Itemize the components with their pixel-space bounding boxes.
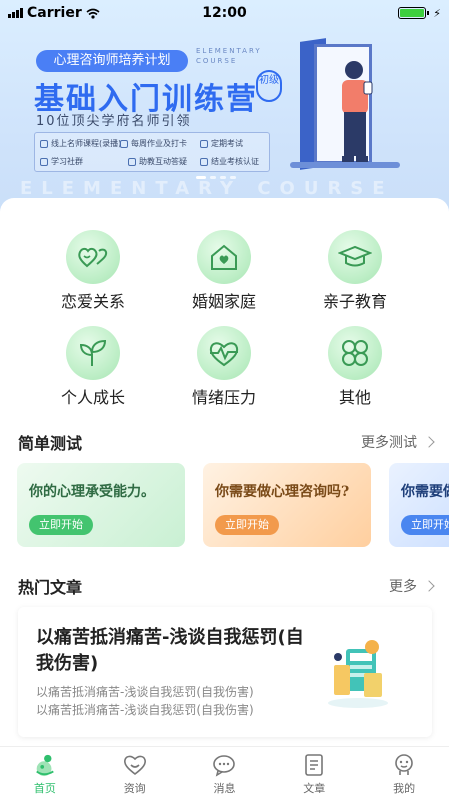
category-label: 婚姻家庭 xyxy=(191,292,256,311)
banner-feature: 助教互动答疑 xyxy=(128,156,187,167)
category-other[interactable]: 其他 xyxy=(305,326,405,408)
wifi-icon xyxy=(86,8,100,19)
tab-label: 首页 xyxy=(33,782,56,795)
articles-section-header: 热门文章 更多 xyxy=(0,574,449,598)
home-icon xyxy=(33,753,57,777)
article-summary: 以痛苦抵消痛苦-浅谈自我惩罚(自我伤害) xyxy=(36,703,254,717)
bottom-tab-bar: 首页 资询 消息 文章 我的 xyxy=(0,746,449,800)
checkbox-icon xyxy=(120,139,128,148)
clover-icon xyxy=(328,326,382,380)
category-growth[interactable]: 个人成长 xyxy=(43,326,143,408)
status-left: Carrier xyxy=(8,5,100,21)
test-card[interactable]: 你需要做心理咨询吗? 立即开始 xyxy=(203,463,371,547)
category-label: 情绪压力 xyxy=(191,388,256,407)
test-title: 你需要做 xyxy=(401,484,449,500)
banner-feature: 每周作业及打卡 xyxy=(120,138,187,149)
category-label: 亲子教育 xyxy=(322,292,387,311)
more-tests-link[interactable]: 更多测试 xyxy=(361,432,435,452)
category-label: 个人成长 xyxy=(60,388,125,407)
profile-icon xyxy=(392,753,416,777)
banner-feature: 学习社群 xyxy=(40,156,83,167)
test-card[interactable]: 你需要做 立即开始 xyxy=(389,463,449,547)
category-emotion[interactable]: 情绪压力 xyxy=(174,326,274,408)
battery-icon xyxy=(398,7,430,19)
start-test-button[interactable]: 立即开始 xyxy=(29,515,93,535)
tab-label: 我的 xyxy=(393,782,416,795)
tab-label: 资询 xyxy=(123,782,146,795)
status-right: ⚡ xyxy=(398,7,441,20)
banner-feature: 结业考核认证 xyxy=(200,156,259,167)
chat-bubble-icon xyxy=(212,753,236,777)
promo-banner[interactable]: 心理咨询师培养计划 ELEMENTARY COURSE 基础入门训练营 初级 1… xyxy=(0,0,449,230)
signal-icon xyxy=(8,8,23,18)
tab-label: 消息 xyxy=(213,782,236,795)
checkbox-icon xyxy=(200,157,208,166)
article-icon xyxy=(302,753,326,777)
section-title: 热门文章 xyxy=(18,578,83,597)
tab-home[interactable]: 首页 xyxy=(0,747,90,800)
article-summary: 以痛苦抵消痛苦-浅谈自我惩罚(自我伤害) xyxy=(36,685,254,699)
checkbox-icon xyxy=(200,139,208,148)
checkbox-icon xyxy=(128,157,136,166)
banner-feature: 定期考试 xyxy=(200,138,243,149)
article-title: 以痛苦抵消痛苦-浅谈自我惩罚(自我伤害) xyxy=(36,627,304,674)
tests-section-header: 简单测试 更多测试 xyxy=(0,430,449,454)
more-label: 更多测试 xyxy=(361,435,417,451)
category-love[interactable]: 恋爱关系 xyxy=(43,230,143,312)
tab-label: 文章 xyxy=(303,782,326,795)
banner-pill: 心理咨询师培养计划 xyxy=(36,50,188,72)
heart-pulse-icon xyxy=(197,326,251,380)
tests-carousel[interactable]: 你的心理承受能力。 立即开始 你需要做心理咨询吗? 立即开始 你需要做 立即开始 xyxy=(17,463,449,549)
start-test-button[interactable]: 立即开始 xyxy=(215,515,279,535)
article-thumbnail xyxy=(328,640,388,708)
banner-level-badge: 初级 xyxy=(256,70,282,102)
house-heart-icon xyxy=(197,230,251,284)
checkbox-icon xyxy=(40,157,48,166)
person-illustration xyxy=(342,61,373,162)
chevron-right-icon xyxy=(423,436,435,448)
banner-side-text: ELEMENTARY COURSE xyxy=(196,47,262,65)
tab-consult[interactable]: 资询 xyxy=(90,747,180,800)
tab-profile[interactable]: 我的 xyxy=(359,747,449,800)
test-title: 你需要做心理咨询吗? xyxy=(215,484,350,500)
hearts-icon xyxy=(66,230,120,284)
chevron-right-icon xyxy=(423,580,435,592)
start-test-button[interactable]: 立即开始 xyxy=(401,515,449,535)
more-articles-link[interactable]: 更多 xyxy=(389,576,435,596)
checkbox-icon xyxy=(40,139,48,148)
tab-messages[interactable]: 消息 xyxy=(180,747,270,800)
charging-icon: ⚡ xyxy=(433,6,441,20)
category-label: 恋爱关系 xyxy=(60,292,125,311)
banner-subtitle: 10位顶尖学府名师引领 xyxy=(36,114,192,129)
section-title: 简单测试 xyxy=(18,434,83,453)
more-label: 更多 xyxy=(389,579,417,595)
sprout-icon xyxy=(66,326,120,380)
category-marriage[interactable]: 婚姻家庭 xyxy=(174,230,274,312)
category-parenting[interactable]: 亲子教育 xyxy=(305,230,405,312)
graduation-cap-icon xyxy=(328,230,382,284)
article-card[interactable]: 以痛苦抵消痛苦-浅谈自我惩罚(自我伤害) 以痛苦抵消痛苦-浅谈自我惩罚(自我伤害… xyxy=(18,607,432,737)
carrier-name: Carrier xyxy=(27,5,82,21)
status-bar: Carrier 12:00 ⚡ xyxy=(0,0,449,26)
consult-heart-icon xyxy=(123,753,147,777)
category-label: 其他 xyxy=(338,388,371,407)
banner-feature: 线上名师课程(录播) xyxy=(40,138,121,149)
banner-watermark: ELEMENTARY COURSE xyxy=(20,178,394,199)
test-card[interactable]: 你的心理承受能力。 立即开始 xyxy=(17,463,185,547)
test-title: 你的心理承受能力。 xyxy=(29,484,155,500)
tab-articles[interactable]: 文章 xyxy=(269,747,359,800)
